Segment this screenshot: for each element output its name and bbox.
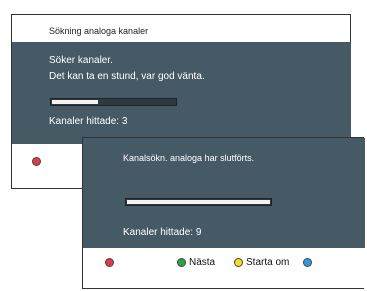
red-key-icon[interactable] bbox=[105, 258, 114, 267]
scan-progress-bar bbox=[50, 98, 177, 106]
scan-complete-screen: Kanalsökn. analoga har slutförts. Kanale… bbox=[82, 137, 365, 289]
screen-title: Sökning analoga kanaler bbox=[49, 26, 149, 36]
scan-complete-panel: Kanalsökn. analoga har slutförts. Kanale… bbox=[83, 138, 365, 248]
next-key-label[interactable]: Nästa bbox=[189, 257, 215, 268]
scan-complete-progress-bar bbox=[125, 198, 272, 206]
scan-progress-fill bbox=[52, 100, 98, 104]
blue-key-icon[interactable] bbox=[303, 258, 312, 267]
red-key-icon[interactable] bbox=[32, 157, 41, 166]
scan-complete-progress-fill bbox=[127, 200, 270, 204]
scanning-message: Söker kanaler. bbox=[49, 55, 113, 66]
green-key-icon[interactable] bbox=[177, 258, 186, 267]
channels-found-count: Kanaler hittade: 9 bbox=[123, 227, 202, 238]
scan-progress-panel: Söker kanaler. Det kan ta en stund, var … bbox=[12, 42, 351, 144]
yellow-key-icon[interactable] bbox=[234, 258, 243, 267]
wait-message: Det kan ta en stund, var god vänta. bbox=[49, 71, 205, 82]
restart-key-label[interactable]: Starta om bbox=[246, 257, 289, 268]
channels-found-count: Kanaler hittade: 3 bbox=[49, 116, 128, 127]
scan-complete-message: Kanalsökn. analoga har slutförts. bbox=[123, 153, 255, 163]
